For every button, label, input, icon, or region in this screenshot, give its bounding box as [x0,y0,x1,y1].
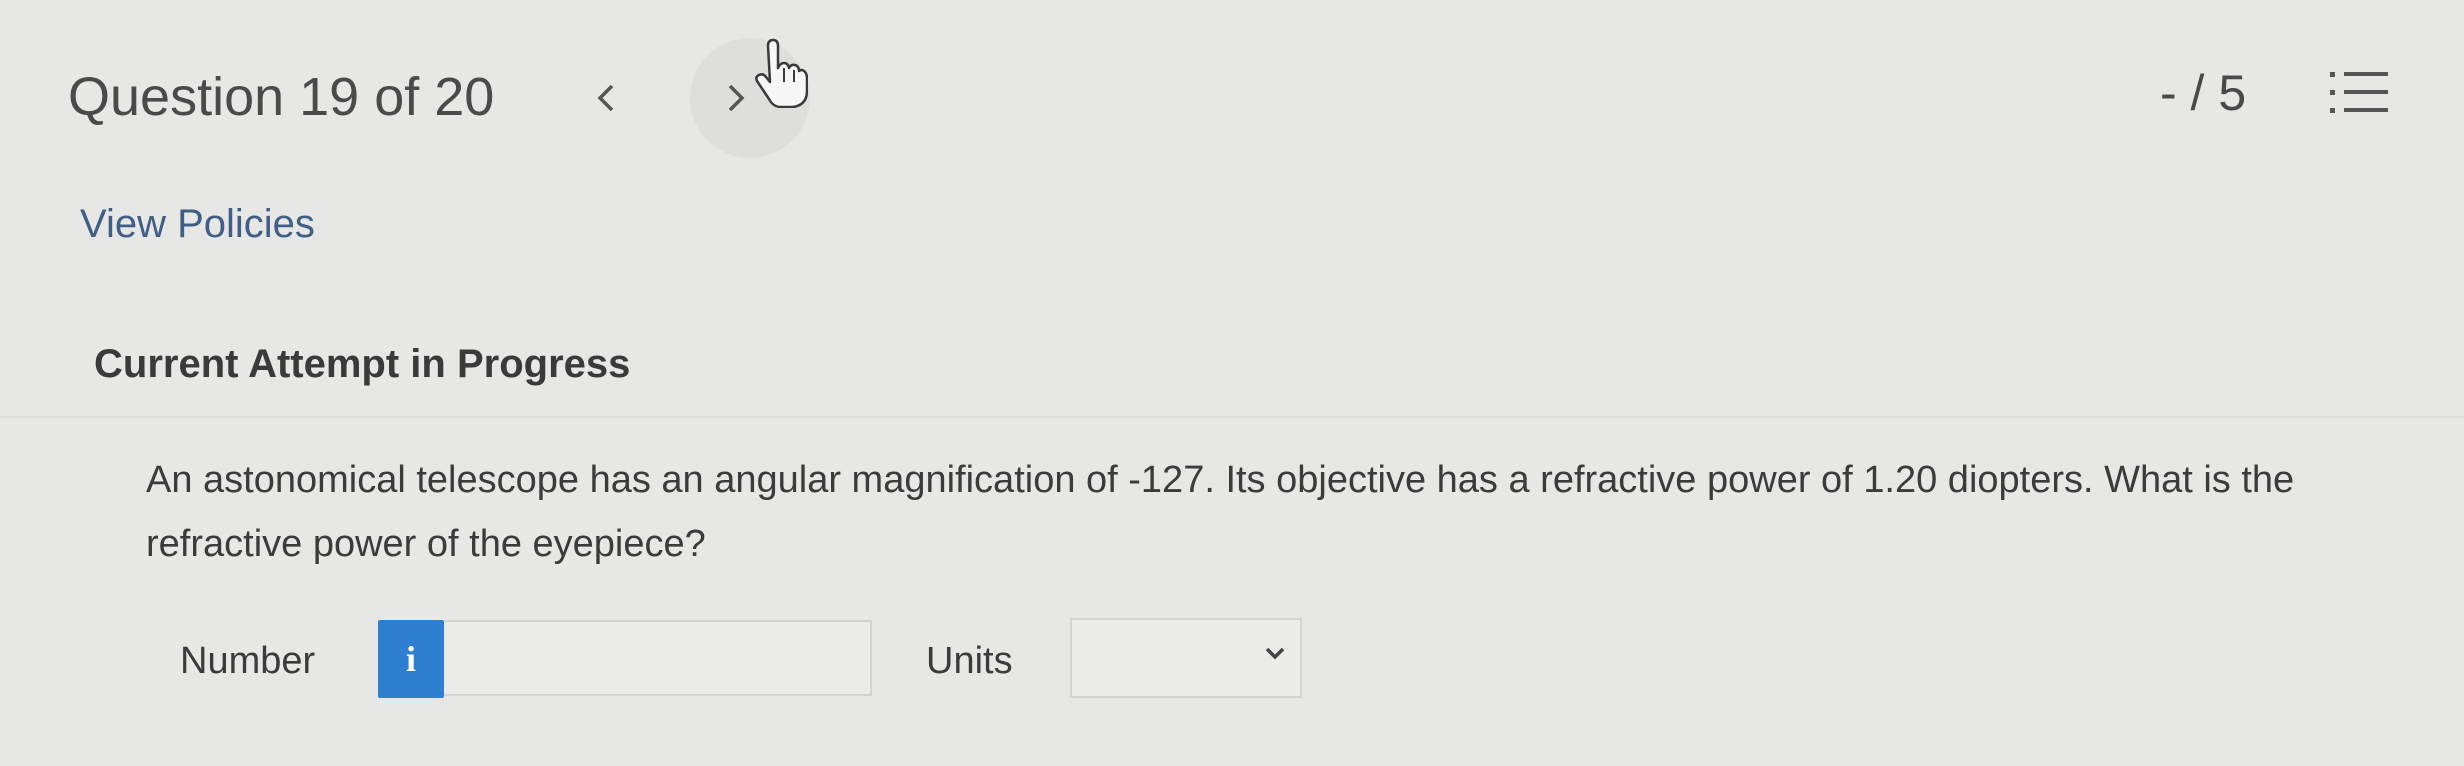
number-input[interactable] [444,620,872,696]
attempt-heading: Current Attempt in Progress [94,342,631,386]
previous-question-button[interactable] [570,58,642,138]
chevron-left-icon [597,84,614,112]
hand-pointer-icon [755,38,808,108]
section-divider [0,416,2464,418]
score-display: - / 5 [2160,65,2247,121]
question-list-button[interactable] [2326,64,2396,124]
chevron-down-icon [1265,647,1285,660]
question-counter: Question 19 of 20 [68,67,495,127]
list-icon [2330,72,2388,113]
info-icon: i [405,639,416,679]
units-dropdown[interactable] [1070,618,1302,698]
question-text: An astonomical telescope has an angular … [146,459,2295,565]
view-policies-link[interactable]: View Policies [80,202,315,247]
number-label: Number [180,640,316,682]
chevron-right-icon [728,84,745,112]
units-label: Units [926,640,1013,682]
info-button[interactable]: i [378,620,444,698]
